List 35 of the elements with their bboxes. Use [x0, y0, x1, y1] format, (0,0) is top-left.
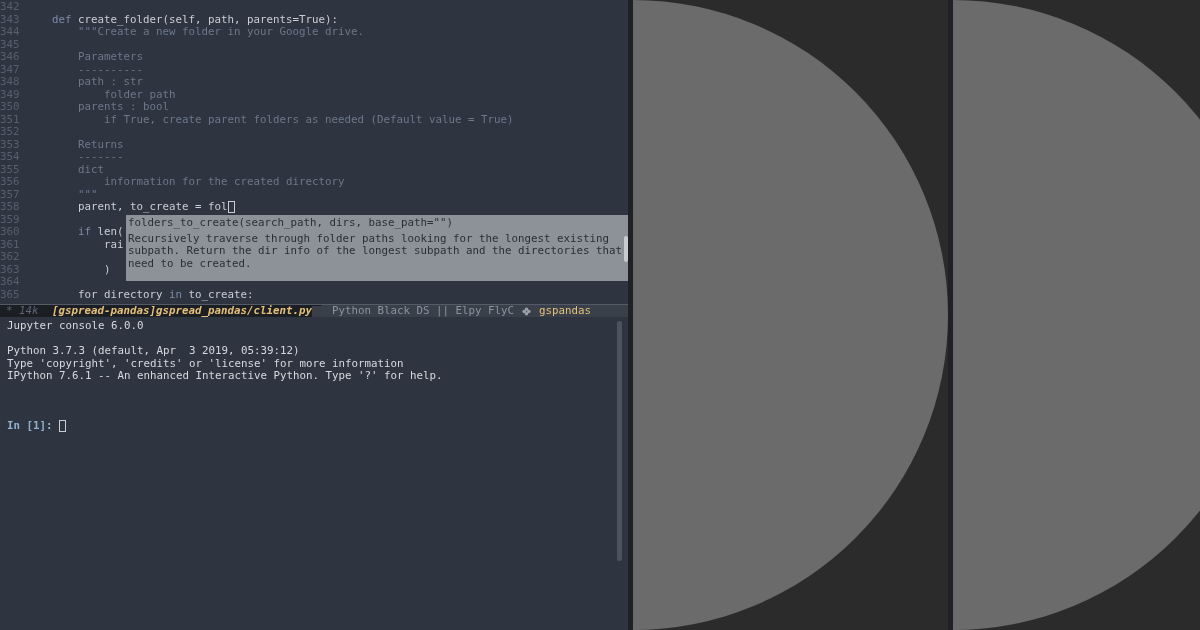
code-line: """	[77, 188, 98, 201]
docstring-line: subpath. Return the dir info of the longest subpath and the directories that	[128, 245, 624, 258]
text-cursor	[58, 420, 66, 433]
code-line: parents : bool	[77, 101, 169, 114]
major-modes: Python Black DS || Elpy FlyC	[332, 305, 515, 317]
docstring-line: Recursively traverse through folder paths looking for the longest existing	[128, 232, 611, 246]
docstring-line: need to be created.	[128, 257, 253, 271]
scrollbar-thumb[interactable]	[617, 321, 622, 561]
code-line: """Create a new folder in your Google drive.	[77, 26, 364, 39]
code-line: if len(	[77, 226, 124, 239]
virtualenv-name: gspandas	[539, 305, 592, 317]
code-line: dict	[77, 163, 104, 176]
code-line: ----------	[77, 63, 143, 76]
input-prompt: In [1]:	[7, 420, 53, 433]
code-line: parent, to_create = fol	[22, 201, 235, 214]
code-line: Returns	[77, 138, 124, 151]
code-line: def create_folder(self, path, parents=True):	[51, 13, 339, 26]
function-signature[interactable]: folders_to_create(search_path, dirs, base_path="")	[128, 217, 626, 230]
code-line: folder path	[103, 88, 176, 101]
buffer-state: * 14k	[5, 305, 40, 317]
code-line: path : str	[77, 76, 143, 89]
flower-icon	[522, 306, 532, 316]
buffer-name: [gspread-pandas]gspread_pandas/client.py	[52, 305, 312, 317]
code-line: )	[103, 263, 111, 276]
code-line: information for the created directory	[103, 176, 345, 189]
code-line: rai	[103, 238, 124, 251]
scrollbar-thumb[interactable]	[624, 236, 628, 262]
output-text: Python 3.7.3 (default, Apr 3 2019, 05:39:12)	[7, 345, 301, 358]
banner-text: Jupyter console 6.0.0	[7, 320, 145, 333]
code-line: -------	[77, 151, 124, 164]
code-line: if True, create parent folders as needed (Default value = True)	[103, 113, 514, 126]
output-text: Type 'copyright', 'credits' or 'license' for more information	[7, 357, 405, 370]
output-text: IPython 7.6.1 -- An enhanced Interactive Python. Type '?' for help.	[7, 370, 444, 383]
code-line: Parameters	[77, 51, 143, 64]
code-line: for directory in to_create:	[77, 288, 254, 301]
